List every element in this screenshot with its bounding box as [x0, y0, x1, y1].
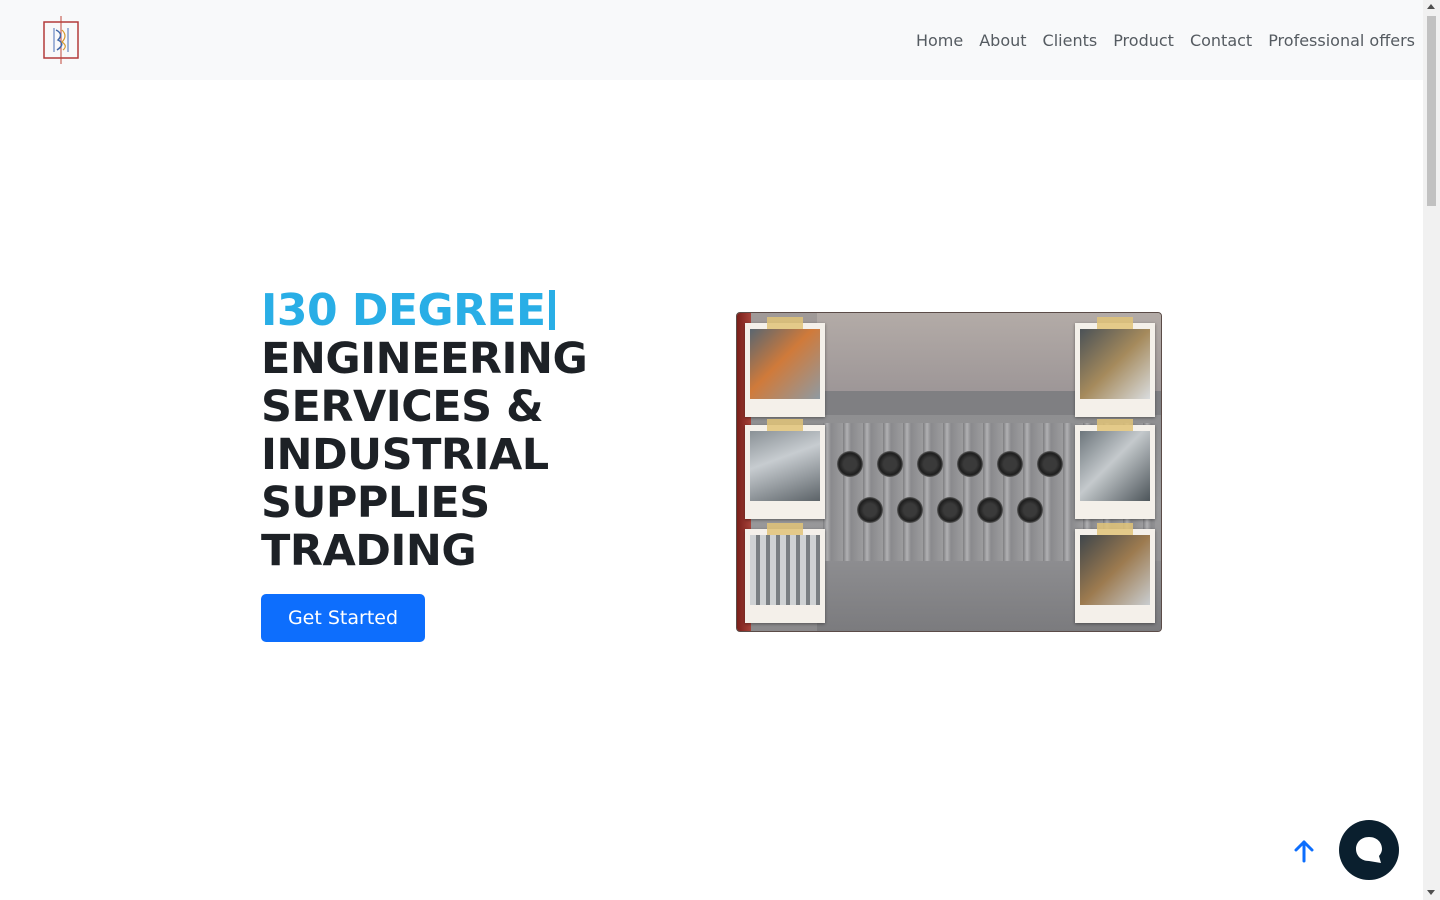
meter-icon [917, 451, 943, 477]
main-nav: Home About Clients Product Contact Profe… [900, 0, 1415, 80]
chat-bubble-icon [1356, 837, 1382, 863]
meter-icon [897, 497, 923, 523]
photo-card [745, 523, 825, 623]
hero-title-accent-text: I30 DEGREE [261, 285, 546, 336]
scrollbar-thumb[interactable] [1427, 16, 1436, 206]
nav-professional-offers[interactable]: Professional offers [1268, 31, 1415, 50]
photo-card [1075, 317, 1155, 417]
meter-icon [1037, 451, 1063, 477]
page-scrollbar[interactable] [1423, 0, 1440, 900]
photo-card [745, 419, 825, 519]
arrow-up-icon[interactable] [1287, 834, 1321, 868]
meter-icon [857, 497, 883, 523]
photo-thumbnail [1080, 329, 1150, 399]
meter-icon [957, 451, 983, 477]
tape-strip [767, 523, 803, 535]
nav-home[interactable]: Home [916, 31, 963, 50]
meter-icon [937, 497, 963, 523]
typing-caret [548, 290, 555, 330]
photo-thumbnail [1080, 535, 1150, 605]
get-started-button[interactable]: Get Started [261, 594, 425, 642]
scroll-down-arrow-icon[interactable] [1427, 890, 1435, 895]
hero-title-line: TRADING [261, 526, 477, 576]
photo-thumbnail [1080, 431, 1150, 501]
tape-strip [767, 419, 803, 431]
meter-icon [877, 451, 903, 477]
company-logo-icon[interactable] [42, 16, 80, 64]
meter-icon [837, 451, 863, 477]
scroll-up-arrow-icon[interactable] [1427, 4, 1435, 9]
chat-button[interactable] [1339, 820, 1399, 880]
hero-title-line: ENGINEERING [261, 334, 588, 384]
tape-strip [1097, 317, 1133, 329]
photo-thumbnail [750, 329, 820, 399]
hero-heading: I30 DEGREE ENGINEERING SERVICES & INDUST… [261, 287, 681, 576]
photo-thumbnail [750, 535, 820, 605]
tape-strip [1097, 419, 1133, 431]
photo-card [1075, 419, 1155, 519]
photo-card [1075, 523, 1155, 623]
photo-thumbnail [750, 431, 820, 501]
meter-icon [1017, 497, 1043, 523]
tape-strip [1097, 523, 1133, 535]
photo-card [745, 317, 825, 417]
header-navbar: Home About Clients Product Contact Profe… [0, 0, 1423, 80]
hero-title-accent: I30 DEGREE [261, 287, 681, 335]
hero-image [736, 312, 1162, 632]
tape-strip [767, 317, 803, 329]
meter-icon [977, 497, 1003, 523]
nav-product[interactable]: Product [1113, 31, 1174, 50]
hero-title-line: SUPPLIES [261, 478, 490, 528]
nav-clients[interactable]: Clients [1043, 31, 1098, 50]
hero-title-line: SERVICES & [261, 382, 544, 432]
nav-contact[interactable]: Contact [1190, 31, 1252, 50]
hero-title-line: INDUSTRIAL [261, 430, 549, 480]
nav-about[interactable]: About [979, 31, 1026, 50]
meter-icon [997, 451, 1023, 477]
